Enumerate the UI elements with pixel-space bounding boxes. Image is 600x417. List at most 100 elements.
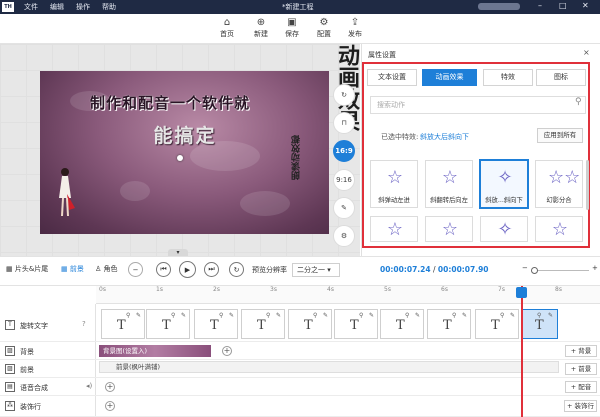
caption-line-2[interactable]: 能搞定 [130,121,240,148]
zoom-out-button[interactable]: − [522,264,528,272]
character-figure[interactable] [53,164,79,224]
maximize-icon[interactable]: □ [559,1,567,10]
film-label: 片头&片尾 [14,265,49,273]
add-background-icon[interactable]: + [222,346,232,356]
edit-icon: ✎ [276,312,282,319]
foreground-clip[interactable]: 前景(枫叶满铺) [99,361,559,373]
collapse-handle[interactable]: ▾ [168,249,188,256]
resolution-select[interactable]: 二分之一 ▾ [292,263,340,277]
menu-file[interactable]: 文件 [24,2,38,12]
text-clip[interactable]: ⚲ ✎ T [427,309,471,339]
add-voice-icon[interactable]: + [105,382,115,392]
track-name: 装饰行 [20,403,41,411]
gear-button[interactable]: ⚙ [333,225,355,247]
rotate-button[interactable]: ↻ [333,84,355,106]
save-icon: ▣ [287,17,297,28]
ratio-9-16-button[interactable]: 9:16 [333,169,355,191]
new-file-icon: ⊕ [256,17,266,28]
zoom-slider[interactable] [533,270,589,271]
track-name: 语音合成 [20,384,48,392]
menu-edit[interactable]: 编辑 [50,2,64,12]
text-icon: T [162,318,171,333]
effect-tile[interactable]: ☆ [535,216,583,242]
publish-button[interactable]: ⇪ 发布 [340,16,370,39]
speaker-icon[interactable]: ◂) [86,382,92,390]
prev-frame-icon[interactable]: ⏮ [156,262,171,277]
text-clip[interactable]: ⚲ ✎ T [146,309,190,339]
ruler-tick: 2s [213,286,220,293]
zoom-in-button[interactable]: + [592,264,598,272]
minimize-icon[interactable]: – [538,1,542,10]
anchor-handle[interactable] [177,155,183,161]
text-clip[interactable]: ⚲ ✎ T [241,309,285,339]
menu-operate[interactable]: 操作 [76,2,90,12]
effect-tile-selected[interactable]: ✧ 斜放...斜向下 [479,159,529,209]
ratio-16-9-button[interactable]: 16:9 [333,140,355,162]
save-button[interactable]: ▣ 保存 [277,16,307,39]
star-icon: ✧ [497,219,513,240]
close-icon[interactable]: × [583,48,590,57]
background-clip[interactable]: 背景图(设置入) [99,345,211,357]
vertical-caption-small[interactable]: 朗读动效都 [290,50,312,180]
zoom-icon: ⚲ [500,312,505,319]
close-icon[interactable]: ✕ [582,1,589,10]
add-decoration-icon[interactable]: + [105,401,115,411]
effect-label: 斜弹动左进 [378,197,410,204]
next-frame-icon[interactable]: ⏭ [204,262,219,277]
menu-help[interactable]: 帮助 [102,2,116,12]
resolution-label: 预览分辨率 [252,266,287,274]
zoom-icon: ⚲ [405,312,410,319]
effect-tile[interactable]: ☆ [425,216,473,242]
edit-icon: ✎ [369,312,375,319]
zoom-slider-knob[interactable] [531,267,538,274]
effect-label: 幻影分合 [546,197,572,204]
text-icon: T [535,318,544,333]
film-toggle[interactable]: ▦ 片头&片尾 [6,264,48,274]
add-decoration-button[interactable]: + 装饰行 [564,400,597,412]
role-toggle[interactable]: ♙ 角色 [95,264,118,274]
tab-animation[interactable]: 动画效果 [422,69,477,86]
replay-icon[interactable]: ↻ [229,262,244,277]
text-clip[interactable]: ⚲ ✎ T [194,309,238,339]
help-icon[interactable]: ? [82,320,86,328]
lock-button[interactable]: ⊓ [333,112,355,134]
text-clip[interactable]: ⚲ ✎ T [334,309,378,339]
title-bar: TH 文件 编辑 操作 帮助 *新建工程 – □ ✕ [0,0,600,14]
effect-tile[interactable]: ☆☆ 幻影分合 [535,160,583,208]
settings-button[interactable]: ⚙ 配置 [309,16,339,39]
app-logo: TH [2,2,14,12]
play-icon[interactable]: ▶ [179,261,196,278]
text-track-icon: T [5,320,15,330]
effect-tile[interactable]: ☆ [370,216,418,242]
effect-tile[interactable]: ☆ 斜弹动左进 [370,160,418,208]
scene-toggle[interactable]: ▦ 前景 [61,264,84,274]
edit-button[interactable]: ✎ [333,197,355,219]
search-input[interactable]: 搜索动作 [370,96,586,114]
settings-label: 配置 [317,30,331,38]
text-clip[interactable]: ⚲ ✎ T [288,309,332,339]
voice-track-icon: ▤ [5,382,15,392]
selected-effect-value: 斜放大后斜向下 [420,133,469,141]
tab-icons[interactable]: 图标 [536,69,586,86]
new-button[interactable]: ⊕ 新建 [246,16,276,39]
home-button[interactable]: ⌂ 首页 [212,16,242,39]
remove-icon[interactable]: − [128,262,143,277]
panel-scrollbar[interactable] [586,160,589,210]
tab-text-settings[interactable]: 文本设置 [367,69,417,86]
effect-tile[interactable]: ✧ [480,216,528,242]
search-icon[interactable]: ⚲ [575,97,582,107]
caption-line-1[interactable]: 制作和配音一个软件就 [45,92,295,113]
text-clip[interactable]: ⚲ ✎ T [101,309,145,339]
add-foreground-button[interactable]: + 前景 [565,363,597,375]
add-voice-button[interactable]: + 配音 [565,381,597,393]
add-background-button[interactable]: + 背景 [565,345,597,357]
text-clip[interactable]: ⚲ ✎ T [380,309,424,339]
playhead-handle[interactable] [516,287,527,298]
publish-label: 发布 [348,30,362,38]
tab-effects[interactable]: 特效 [483,69,533,86]
text-clip-selected[interactable]: ⚲ ✎ T [522,309,558,339]
effect-tile[interactable]: ☆ 斜翻转后向左 [425,160,473,208]
account-area[interactable] [478,3,520,10]
text-clip[interactable]: ⚲ ✎ T [475,309,519,339]
apply-all-button[interactable]: 应用到所有 [537,128,583,143]
